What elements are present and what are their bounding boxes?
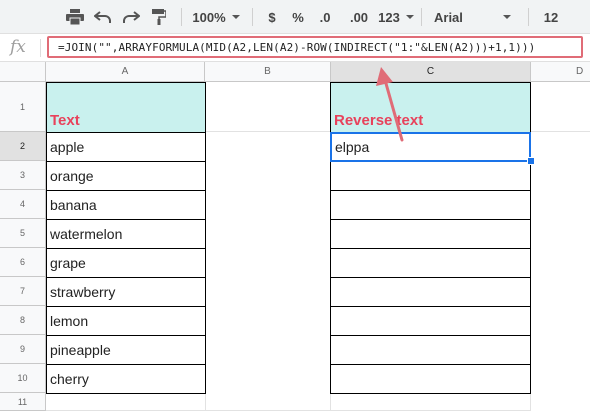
cell-a2[interactable]: apple	[46, 133, 206, 162]
cell-c5[interactable]	[330, 220, 531, 249]
row-header-9[interactable]: 9	[0, 335, 46, 364]
row-header-11[interactable]: 11	[0, 393, 46, 411]
chevron-down-icon	[231, 15, 240, 19]
print-button[interactable]	[62, 0, 88, 34]
row-header-2[interactable]: 2	[0, 132, 46, 161]
fill-handle[interactable]	[527, 157, 535, 165]
font-size-value: 12	[543, 9, 559, 25]
toolbar-separator	[528, 8, 529, 26]
more-formats-label: 123	[378, 9, 400, 25]
toolbar: 100% $ % .0 .00 123 Arial 12	[0, 0, 590, 34]
cell-c7[interactable]	[330, 278, 531, 307]
cell-d1[interactable]	[531, 82, 590, 132]
row-header-7[interactable]: 7	[0, 277, 46, 306]
cell-c3[interactable]	[330, 162, 531, 191]
percent-format-button[interactable]: %	[288, 0, 308, 34]
cell-c11[interactable]	[331, 394, 531, 411]
chevron-down-icon	[502, 15, 511, 19]
row-header-5[interactable]: 5	[0, 219, 46, 248]
column-header-a[interactable]: A	[46, 62, 205, 82]
column-header-d[interactable]: D	[531, 62, 590, 82]
zoom-select[interactable]: 100%	[190, 0, 242, 34]
cell-a3[interactable]: orange	[46, 162, 206, 191]
currency-format-button[interactable]: $	[262, 0, 282, 34]
row-header-8[interactable]: 8	[0, 306, 46, 335]
row-header-4[interactable]: 4	[0, 190, 46, 219]
cell-a8[interactable]: lemon	[46, 307, 206, 336]
font-select[interactable]: Arial	[428, 0, 520, 34]
toolbar-separator	[421, 8, 422, 26]
decrease-decimal-button[interactable]: .0	[312, 0, 338, 34]
column-header-b[interactable]: B	[205, 62, 331, 82]
cell-c1[interactable]: Reverse text	[330, 82, 531, 133]
cell-a4[interactable]: banana	[46, 191, 206, 220]
font-value: Arial	[434, 9, 463, 25]
more-formats-select[interactable]: 123	[378, 0, 414, 34]
chevron-down-icon	[405, 15, 414, 19]
redo-icon	[123, 11, 140, 23]
undo-button[interactable]	[90, 0, 116, 34]
fx-icon: fx	[10, 37, 26, 57]
formula-bar: fx =JOIN("",ARRAYFORMULA(MID(A2,LEN(A2)-…	[0, 34, 590, 62]
cell-a1[interactable]: Text	[46, 82, 206, 133]
cell-c9[interactable]	[330, 336, 531, 365]
cell-a9[interactable]: pineapple	[46, 336, 206, 365]
select-all-corner[interactable]	[0, 62, 46, 82]
percent-label: %	[292, 9, 304, 25]
cell-a6[interactable]: grape	[46, 249, 206, 278]
formula-bar-divider	[40, 39, 41, 57]
cell-c6[interactable]	[330, 249, 531, 278]
cell-a7[interactable]: strawberry	[46, 278, 206, 307]
toolbar-separator	[181, 8, 182, 26]
currency-label: $	[268, 9, 276, 25]
toolbar-separator	[252, 8, 253, 26]
cell-c10[interactable]	[330, 365, 531, 394]
cell-a11[interactable]	[46, 394, 206, 411]
cell-a10[interactable]: cherry	[46, 365, 206, 394]
paint-format-icon	[152, 9, 166, 25]
row-header-1[interactable]: 1	[0, 82, 46, 132]
cell-c2[interactable]: elppa	[330, 132, 531, 162]
cell-a5[interactable]: watermelon	[46, 220, 206, 249]
cell-c4[interactable]	[330, 191, 531, 220]
row-header-6[interactable]: 6	[0, 248, 46, 277]
cell-b11[interactable]	[206, 394, 331, 411]
formula-text: =JOIN("",ARRAYFORMULA(MID(A2,LEN(A2)-ROW…	[58, 41, 536, 54]
column-header-c[interactable]: C	[331, 62, 531, 82]
print-icon	[66, 9, 84, 25]
undo-icon	[94, 11, 111, 23]
formula-input[interactable]: =JOIN("",ARRAYFORMULA(MID(A2,LEN(A2)-ROW…	[47, 36, 583, 58]
row-header-3[interactable]: 3	[0, 161, 46, 190]
redo-button[interactable]	[118, 0, 144, 34]
cell-b1[interactable]	[206, 82, 331, 132]
cell-c8[interactable]	[330, 307, 531, 336]
decrease-decimal-label: .0	[319, 9, 331, 25]
zoom-value: 100%	[192, 9, 226, 25]
font-size-select[interactable]: 12	[536, 0, 566, 34]
increase-decimal-label: .00	[349, 9, 369, 25]
paint-format-button[interactable]	[146, 0, 172, 34]
increase-decimal-button[interactable]: .00	[344, 0, 374, 34]
row-header-10[interactable]: 10	[0, 364, 46, 393]
